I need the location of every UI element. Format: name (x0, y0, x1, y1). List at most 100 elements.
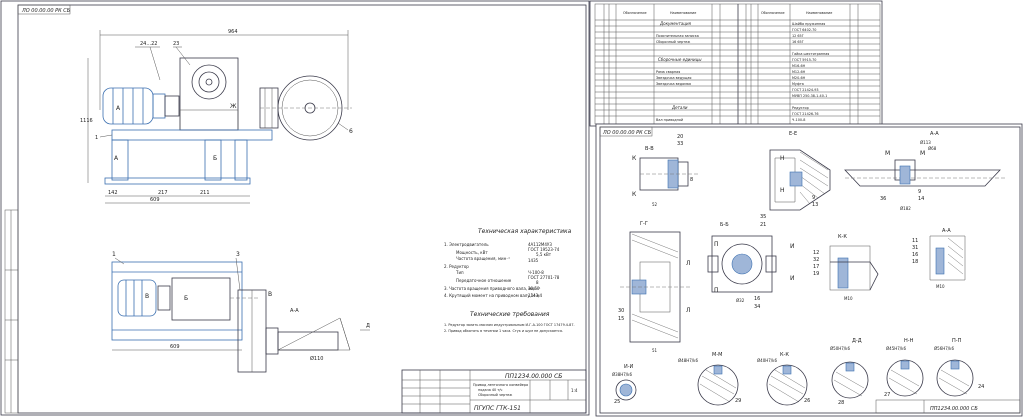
title-doc-number: ПП1234.00.000 СБ (505, 373, 562, 380)
electric-motor-plan (117, 279, 157, 317)
title-org: ПГУПС ГТК-151 (474, 405, 521, 412)
frame-top-front (111, 129, 273, 141)
right-doc-number: ПП1234.00.000 СБ (930, 406, 978, 412)
spec-r-row-2: 12 65Г (792, 34, 804, 38)
letter-P-bottom: П (714, 287, 719, 294)
label-D-D: Д-Д (852, 338, 862, 344)
label-V-right: В (268, 291, 272, 298)
drawing-canvas: ЛО 00.00.00 РК СБ 964 1116 24...22 23 А … (0, 0, 1023, 417)
label-D: Д (366, 323, 370, 329)
tech-req-title: Технические требования (470, 311, 550, 318)
left-binding-strip (4, 209, 19, 414)
left-sheet-inner-frame (17, 4, 587, 414)
coupling-front (164, 95, 180, 117)
label-E-E: Е-Е (789, 131, 797, 137)
dim-A-A-plan: А-А (290, 308, 299, 314)
reducer-front (179, 57, 239, 131)
sections-sheet: ЛО 00.00.00 РК СБ В-В 20 33 К К 8 52 Е-Е (595, 123, 1023, 417)
frame-plan (111, 261, 243, 341)
tech-value-7: 8 (536, 280, 539, 285)
pos-19: 19 (813, 271, 819, 277)
tech-value-3: 5,5 кВт (536, 252, 552, 257)
dim-182: Ø182 (900, 206, 911, 211)
spec-header-designation-left: Обозначение (623, 11, 647, 15)
spec-r-row-11: МУВП 250-38-1-40-1 (792, 94, 827, 98)
dim-113: Ø113 (920, 140, 931, 145)
letter-L-top: Л (686, 260, 691, 267)
pos-28: 28 (838, 400, 844, 406)
pos-21: 21 (760, 222, 766, 228)
spec-r-row-6: М16-6Н (792, 64, 806, 68)
label-B-frame: Б (213, 155, 217, 162)
callout-24-22: 24...22 (140, 41, 158, 47)
dim-110-plan: Ø110 (310, 355, 323, 362)
pos-29: 29 (735, 398, 741, 404)
spec-section-units: Сборочные единицы (658, 57, 701, 62)
pos-20: 20 (677, 134, 683, 140)
pos-34: 34 (754, 304, 760, 310)
pos-36: 36 (880, 196, 886, 202)
spec-header-designation-right: Обозначение (761, 11, 785, 15)
right-stamp: ЛО 00.00.00 РК СБ (602, 130, 652, 136)
spec-r-row-3: 16 65Г (792, 40, 804, 44)
letter-P-top: П (714, 241, 719, 248)
pos-15: 15 (618, 316, 624, 322)
label-M-M: М-М (712, 352, 722, 358)
fit-40: Ø40Н7/k6 (757, 358, 777, 363)
label-G-G: Г-Г (640, 221, 648, 227)
letter-K-bottom: К (632, 191, 637, 198)
spec-r-row-4: Гайка шестигранная (792, 52, 829, 56)
plan-view: В Б В 1 3 609 А-А Ø110 Д (111, 251, 370, 373)
tech-spec-7: 3. Частота вращения приводного вала, мин… (444, 286, 541, 291)
pos-27: 27 (884, 392, 890, 398)
fit-56: Ø56Н7/k6 (934, 346, 954, 351)
pos-35: 35 (760, 214, 766, 220)
spec-r-row-8: М20-6Н (792, 76, 806, 80)
dim-211: 211 (200, 190, 210, 196)
callout-1-front: 1 (95, 135, 98, 141)
tech-value-6: ГОСТ 27701-78 (528, 275, 560, 280)
dim-52-vv: 52 (652, 202, 658, 207)
title-scale: 1:4 (571, 388, 578, 393)
dim-142: 142 (108, 190, 118, 196)
dim-M14: М10 (844, 296, 853, 301)
callout-6-front: 6 (349, 128, 353, 135)
label-V-plan: В (145, 293, 149, 300)
spec-r-row-14: Ч-100-8 (792, 118, 805, 122)
frame-base-front (104, 177, 251, 185)
pos-24: 24 (978, 384, 984, 390)
tech-spec-4: 2. Редуктор (444, 264, 469, 269)
dim-overall-height: 1116 (80, 118, 93, 124)
pos-13-ee: 13 (812, 202, 818, 208)
spec-section-parts: Детали (671, 105, 688, 110)
dim-51: 51 (652, 348, 658, 353)
spec-row-assembly: Сборочный чертеж (656, 40, 690, 44)
dim-overall-length: 964 (228, 29, 238, 35)
pos-11: 11 (912, 238, 918, 244)
pos-16-small: 16 (912, 252, 918, 258)
letter-L-bottom: Л (686, 307, 691, 314)
dim-M10: М10 (936, 284, 945, 289)
pos-14-aa: 14 (918, 196, 924, 202)
tech-value-9: 1143,4 (528, 293, 542, 298)
spec-row-sprocket-driven: Звездочка ведомая (656, 82, 691, 86)
fit-45: Ø45Н7/k6 (886, 346, 906, 351)
spec-r-row-13: ГОСТ 21426-76 (792, 112, 819, 116)
spec-r-row-10: ГОСТ 21424-93 (792, 88, 819, 92)
tech-value-8: 30,50 (528, 286, 540, 291)
letter-N-bottom: Н (780, 187, 785, 194)
spec-header-name-left: Наименование (670, 11, 696, 15)
pos-26: 26 (804, 398, 810, 404)
spec-r-row-12: Редуктор (792, 106, 809, 110)
tech-req-1: 1. Редуктор залить маслом индустриальным… (444, 323, 575, 327)
label-B-plan: Б (184, 295, 188, 302)
letter-M-left: М (885, 150, 890, 157)
label-A-A-right: А-А (930, 131, 939, 137)
callout-3-plan: 3 (236, 251, 240, 258)
label-V-V: В-В (645, 146, 654, 152)
letter-M-right: М (920, 150, 925, 157)
label-I-I: И-И (624, 364, 634, 370)
specification-sheet: Обозначение Наименование Обозначение Наи… (589, 0, 883, 127)
fit-38: Ø38Н7/k6 (612, 372, 632, 377)
title-name-1: Привод ленточного конвейера (473, 383, 528, 387)
